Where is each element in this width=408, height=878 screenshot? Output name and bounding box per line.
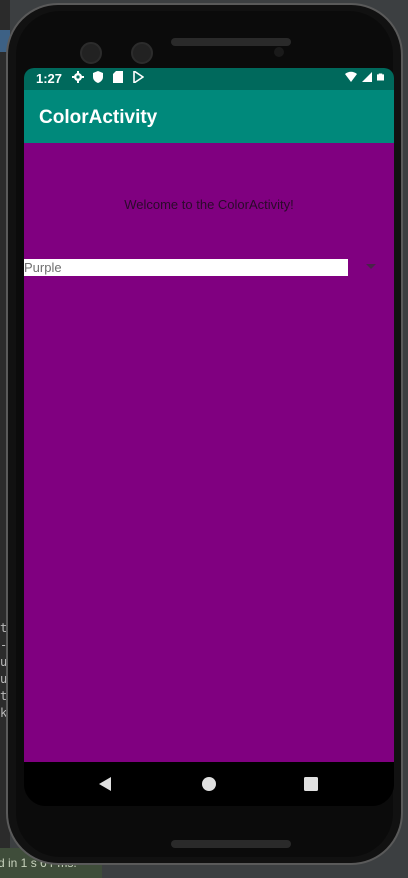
proximity-sensor [274,47,284,57]
app-title: ColorActivity [39,107,158,128]
chevron-down-icon[interactable] [366,264,376,269]
recents-icon [304,777,318,791]
wifi-icon [345,71,357,82]
play-store-icon [133,71,144,83]
navigation-bar [24,762,394,806]
shield-icon [93,71,103,83]
status-time: 1:27 [36,71,63,86]
earpiece-speaker [171,38,291,46]
app-bar: ColorActivity [24,90,394,143]
sd-card-icon [113,71,123,83]
home-button[interactable] [197,772,221,796]
device-screen: 1:27 ColorActivity Welcome to the ColorA… [24,68,394,806]
color-activity-content: Welcome to the ColorActivity! Purple [24,143,394,762]
back-button[interactable] [93,772,117,796]
front-camera-icon [80,42,102,64]
color-spinner[interactable]: Purple [24,259,348,276]
bottom-speaker [171,840,291,848]
recents-button[interactable] [299,772,323,796]
battery-icon [377,73,384,81]
back-icon [99,777,111,791]
system-status-icons [345,71,384,83]
gear-icon [72,71,84,83]
status-bar: 1:27 [24,68,394,90]
notification-icons [72,71,144,83]
front-camera-icon [131,42,153,64]
welcome-text: Welcome to the ColorActivity! [124,197,294,212]
home-icon [202,777,216,791]
signal-icon [362,72,372,82]
